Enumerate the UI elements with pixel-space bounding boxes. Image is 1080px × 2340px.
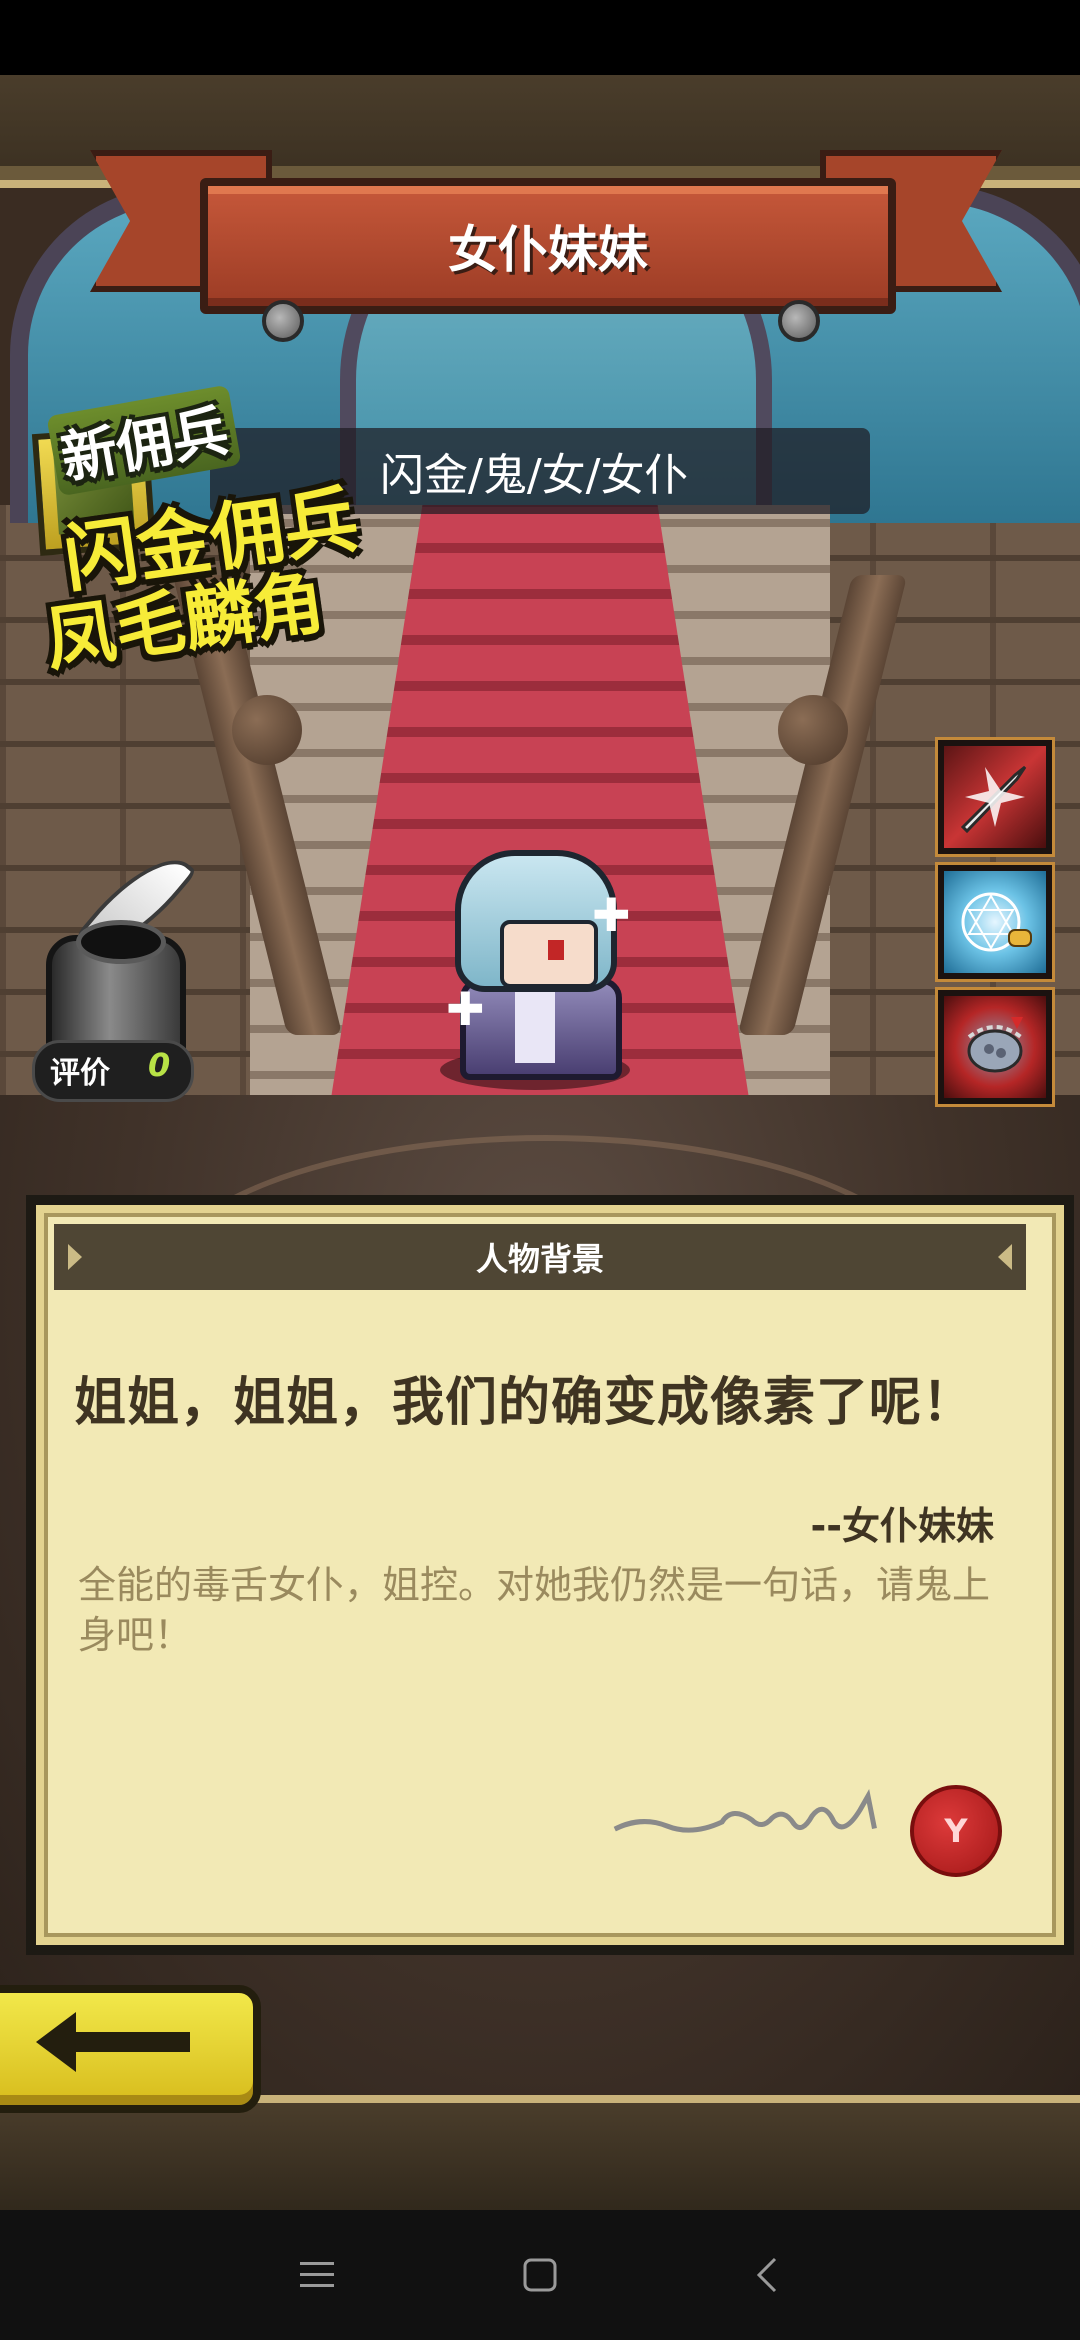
skill-magic-circle-icon[interactable] — [935, 862, 1055, 982]
rail-post-left — [232, 695, 302, 765]
back-arrow-icon — [30, 2002, 200, 2082]
quote-author: --女仆妹妹 — [810, 1504, 994, 1548]
sparkle-icon: ✚ — [592, 888, 631, 942]
home-square-icon — [523, 2258, 557, 2292]
nav-back-button[interactable] — [732, 2240, 802, 2310]
back-chevron-icon — [756, 2257, 777, 2293]
nav-menu-button[interactable] — [282, 2240, 352, 2310]
magic-circle-handshake-icon — [944, 871, 1046, 973]
hero-name: 女仆妹妹 — [448, 221, 648, 279]
character-description: 全能的毒舌女仆，姐控。对她我仍然是一句话，请鬼上身吧！ — [78, 1563, 991, 1657]
character-quote: 姐姐，姐姐，我们的确变成像素了呢！ — [74, 1373, 976, 1433]
rating-value: 0 — [148, 1046, 171, 1084]
hero-tags: 闪金/鬼/女/女仆 — [380, 450, 689, 501]
sword-slash-icon — [944, 746, 1046, 848]
character-apron — [515, 985, 555, 1063]
wax-seal-icon: Y — [910, 1785, 1002, 1877]
character-eye — [548, 940, 564, 960]
background-panel-title: 人物背景 — [475, 1240, 604, 1278]
status-bar — [0, 0, 1080, 75]
ink-pot-opening — [76, 920, 166, 964]
signature-icon — [612, 1786, 902, 1846]
rating-label: 评价 — [50, 1056, 110, 1091]
menu-icon — [300, 2262, 334, 2287]
nav-home-button[interactable] — [505, 2240, 575, 2310]
chain-shield-icon — [944, 996, 1046, 1098]
skill-sword-slash-icon[interactable] — [935, 737, 1055, 857]
sparkle-icon: ✚ — [446, 982, 485, 1036]
rail-post-right — [778, 695, 848, 765]
skill-chain-shield-icon[interactable] — [935, 987, 1055, 1107]
